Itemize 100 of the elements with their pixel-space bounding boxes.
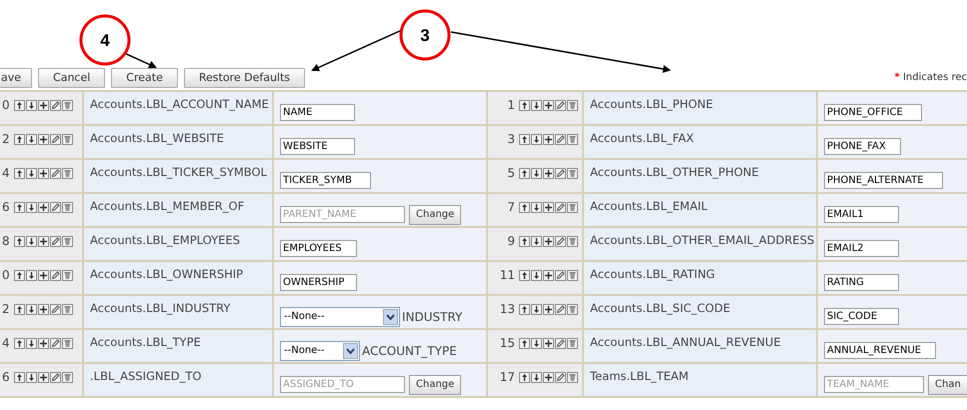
text-field[interactable]: EMAIL1	[824, 206, 899, 224]
pencil-icon[interactable]	[555, 134, 566, 145]
up-arrow-icon[interactable]	[14, 372, 25, 383]
toolbar-button[interactable]: ave	[0, 68, 32, 88]
plus-icon[interactable]	[38, 270, 49, 281]
text-field[interactable]: TICKER_SYMB	[280, 172, 371, 190]
down-arrow-icon[interactable]	[531, 338, 542, 349]
trash-icon[interactable]	[567, 100, 578, 111]
down-arrow-icon[interactable]	[26, 338, 37, 349]
down-arrow-icon[interactable]	[531, 236, 542, 247]
trash-icon[interactable]	[62, 100, 73, 111]
up-arrow-icon[interactable]	[519, 202, 530, 213]
pencil-icon[interactable]	[50, 236, 61, 247]
up-arrow-icon[interactable]	[519, 304, 530, 315]
dropdown[interactable]: --None--	[280, 340, 360, 361]
down-arrow-icon[interactable]	[26, 134, 37, 145]
up-arrow-icon[interactable]	[519, 168, 530, 179]
plus-icon[interactable]	[38, 202, 49, 213]
down-arrow-icon[interactable]	[26, 304, 37, 315]
trash-icon[interactable]	[567, 304, 578, 315]
plus-icon[interactable]	[543, 236, 554, 247]
pencil-icon[interactable]	[50, 372, 61, 383]
plus-icon[interactable]	[38, 134, 49, 145]
plus-icon[interactable]	[38, 338, 49, 349]
down-arrow-icon[interactable]	[26, 372, 37, 383]
trash-icon[interactable]	[62, 372, 73, 383]
pencil-icon[interactable]	[50, 338, 61, 349]
pencil-icon[interactable]	[555, 304, 566, 315]
plus-icon[interactable]	[543, 168, 554, 179]
up-arrow-icon[interactable]	[519, 134, 530, 145]
plus-icon[interactable]	[38, 168, 49, 179]
text-field[interactable]: SIC_CODE	[824, 308, 899, 326]
up-arrow-icon[interactable]	[519, 270, 530, 281]
trash-icon[interactable]	[62, 338, 73, 349]
pencil-icon[interactable]	[50, 134, 61, 145]
pencil-icon[interactable]	[555, 270, 566, 281]
up-arrow-icon[interactable]	[14, 168, 25, 179]
trash-icon[interactable]	[567, 338, 578, 349]
up-arrow-icon[interactable]	[14, 100, 25, 111]
pencil-icon[interactable]	[555, 372, 566, 383]
up-arrow-icon[interactable]	[14, 338, 25, 349]
text-field[interactable]: PHONE_OFFICE	[824, 104, 922, 122]
down-arrow-icon[interactable]	[531, 270, 542, 281]
pencil-icon[interactable]	[50, 202, 61, 213]
up-arrow-icon[interactable]	[519, 372, 530, 383]
down-arrow-icon[interactable]	[531, 202, 542, 213]
trash-icon[interactable]	[567, 236, 578, 247]
plus-icon[interactable]	[543, 372, 554, 383]
down-arrow-icon[interactable]	[26, 202, 37, 213]
plus-icon[interactable]	[38, 304, 49, 315]
trash-icon[interactable]	[62, 270, 73, 281]
text-field[interactable]: OWNERSHIP	[280, 274, 357, 292]
pencil-icon[interactable]	[555, 202, 566, 213]
trash-icon[interactable]	[62, 134, 73, 145]
down-arrow-icon[interactable]	[531, 134, 542, 145]
trash-icon[interactable]	[567, 372, 578, 383]
pencil-icon[interactable]	[50, 168, 61, 179]
plus-icon[interactable]	[38, 100, 49, 111]
pencil-icon[interactable]	[50, 304, 61, 315]
down-arrow-icon[interactable]	[531, 100, 542, 111]
down-arrow-icon[interactable]	[26, 100, 37, 111]
up-arrow-icon[interactable]	[519, 338, 530, 349]
dropdown[interactable]: --None--	[280, 306, 400, 327]
plus-icon[interactable]	[543, 100, 554, 111]
up-arrow-icon[interactable]	[14, 202, 25, 213]
text-field[interactable]: RATING	[824, 274, 899, 292]
down-arrow-icon[interactable]	[26, 270, 37, 281]
up-arrow-icon[interactable]	[14, 304, 25, 315]
up-arrow-icon[interactable]	[14, 236, 25, 247]
pencil-icon[interactable]	[555, 236, 566, 247]
down-arrow-icon[interactable]	[531, 372, 542, 383]
down-arrow-icon[interactable]	[26, 168, 37, 179]
up-arrow-icon[interactable]	[519, 236, 530, 247]
up-arrow-icon[interactable]	[14, 270, 25, 281]
text-field[interactable]: WEBSITE	[280, 138, 355, 156]
plus-icon[interactable]	[543, 134, 554, 145]
plus-icon[interactable]	[543, 270, 554, 281]
text-field[interactable]: NAME	[280, 104, 355, 122]
trash-icon[interactable]	[62, 202, 73, 213]
down-arrow-icon[interactable]	[531, 168, 542, 179]
up-arrow-icon[interactable]	[14, 134, 25, 145]
plus-icon[interactable]	[38, 372, 49, 383]
text-field[interactable]: PHONE_FAX	[824, 138, 901, 156]
down-arrow-icon[interactable]	[26, 236, 37, 247]
plus-icon[interactable]	[543, 202, 554, 213]
plus-icon[interactable]	[38, 236, 49, 247]
plus-icon[interactable]	[543, 304, 554, 315]
trash-icon[interactable]	[567, 270, 578, 281]
text-field[interactable]: EMPLOYEES	[280, 240, 357, 258]
pencil-icon[interactable]	[50, 270, 61, 281]
trash-icon[interactable]	[62, 304, 73, 315]
trash-icon[interactable]	[62, 236, 73, 247]
pencil-icon[interactable]	[50, 100, 61, 111]
toolbar-button[interactable]: Create	[111, 68, 178, 88]
text-field[interactable]: EMAIL2	[824, 240, 899, 258]
plus-icon[interactable]	[543, 338, 554, 349]
pencil-icon[interactable]	[555, 338, 566, 349]
trash-icon[interactable]	[62, 168, 73, 179]
toolbar-button[interactable]: Cancel	[38, 68, 106, 88]
trash-icon[interactable]	[567, 202, 578, 213]
